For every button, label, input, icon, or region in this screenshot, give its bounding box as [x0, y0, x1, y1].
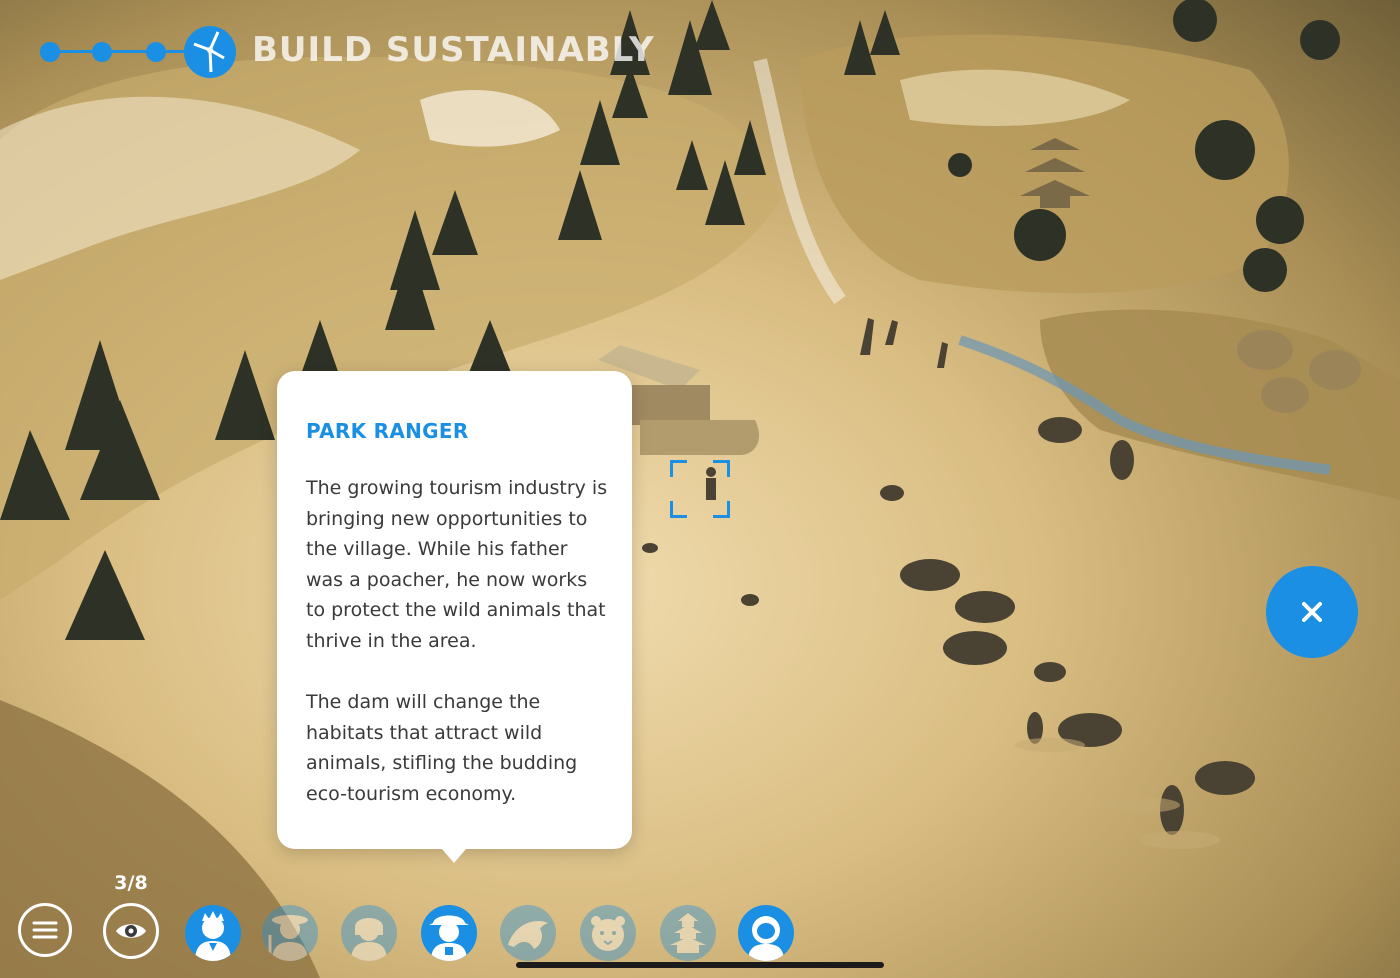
progress-step-dot: [146, 42, 166, 62]
close-icon: [1302, 602, 1322, 622]
progress-track: [40, 26, 240, 78]
park-ranger-character-icon: [429, 915, 469, 961]
bush: [1243, 248, 1287, 292]
farmer-character-icon: [268, 915, 308, 961]
tree: [694, 0, 730, 50]
progress-step-dot: [92, 42, 112, 62]
giraffe: [937, 342, 948, 368]
card-paragraph: The growing tourism industry is bringing…: [306, 477, 608, 652]
character-info-card: PARK RANGER The growing tourism industry…: [277, 371, 632, 863]
bush: [1173, 0, 1217, 42]
antelope: [880, 485, 904, 501]
giraffe: [860, 318, 874, 355]
lodge-deck: [640, 420, 760, 455]
pagoda-character-icon: [670, 913, 706, 953]
giraffe: [885, 320, 898, 345]
hut: [1237, 330, 1293, 370]
character-pagoda-button[interactable]: [660, 905, 716, 961]
elephant: [1038, 417, 1082, 443]
tiger-character-icon: [591, 916, 625, 951]
villager-character-icon: [351, 918, 387, 961]
game-viewport[interactable]: BUILD SUSTAINABLY PARK RANGER The growin…: [0, 0, 1400, 978]
antelope: [741, 594, 759, 606]
shadows: [1015, 738, 1220, 849]
reticle-corner: [713, 460, 730, 477]
elephant: [1034, 662, 1066, 682]
bush: [1195, 120, 1255, 180]
elephant: [900, 559, 960, 591]
shadow: [1015, 738, 1085, 752]
close-button[interactable]: [1266, 566, 1358, 658]
wind-turbine-icon: [184, 26, 236, 78]
stage-title: BUILD SUSTAINABLY: [252, 30, 655, 70]
character-astronaut-button[interactable]: [738, 905, 794, 961]
bush: [1256, 196, 1304, 244]
elephant: [1110, 440, 1134, 480]
character-farmer-button[interactable]: [262, 905, 318, 961]
elephant: [955, 591, 1015, 623]
menu-button[interactable]: [18, 903, 72, 957]
bush: [1014, 209, 1066, 261]
card-paragraph: The dam will change the habitats that at…: [306, 691, 578, 805]
leader-character-icon: [195, 911, 231, 961]
bush: [948, 153, 972, 177]
progress-step-dot: [40, 42, 60, 62]
antelope: [642, 543, 658, 553]
elephant: [1195, 761, 1255, 795]
reticle-corner: [713, 501, 730, 518]
eye-icon: [116, 924, 146, 938]
reticle-corner: [670, 460, 687, 477]
progress-line: [110, 50, 146, 53]
elephant: [943, 631, 1007, 665]
card-title: PARK RANGER: [306, 419, 469, 443]
shadow: [1100, 797, 1180, 813]
reticle-corner: [670, 501, 687, 518]
shadow: [1140, 831, 1220, 849]
hut: [1309, 350, 1361, 390]
astronaut-character-icon: [748, 916, 784, 961]
hut: [1261, 377, 1309, 413]
bush: [1300, 20, 1340, 60]
tree: [65, 550, 145, 640]
home-indicator[interactable]: [516, 962, 884, 968]
character-villager-button[interactable]: [341, 905, 397, 961]
character-tiger-button[interactable]: [580, 905, 636, 961]
character-leader-button[interactable]: [185, 905, 241, 961]
character-dolphin-button[interactable]: [500, 905, 556, 961]
view-button[interactable]: [103, 903, 159, 959]
selection-reticle[interactable]: [670, 460, 730, 518]
dolphin-character-icon: [508, 921, 548, 949]
character-park-ranger-button[interactable]: [421, 905, 477, 961]
pagoda-body: [1040, 196, 1070, 208]
hamburger-menu-icon: [32, 921, 58, 939]
progress-line: [58, 50, 94, 53]
view-counter: 3/8: [114, 872, 148, 894]
tree: [870, 10, 900, 55]
